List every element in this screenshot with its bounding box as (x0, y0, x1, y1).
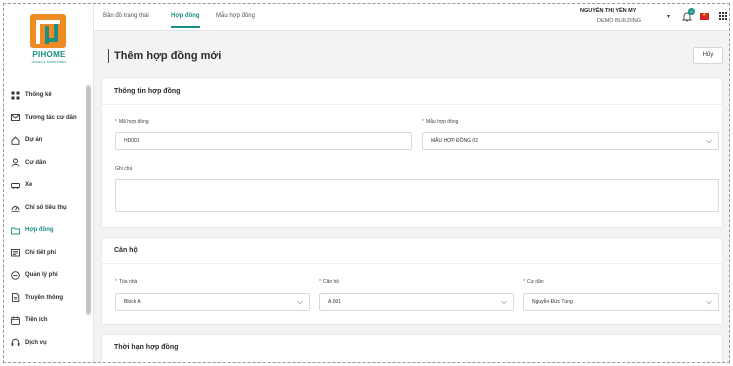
user-building: DEMO BUILDING (597, 18, 642, 24)
card-divider (102, 104, 722, 105)
sidebar-item-label: Thống kê (25, 92, 52, 99)
contract-info-title: Thông tin hợp đồng (114, 88, 181, 95)
headset-icon (11, 338, 20, 347)
sidebar-item-truyen-thong[interactable]: Truyền thông (4, 287, 88, 310)
sidebar-item-chi-so-tieu-thu[interactable]: Chỉ số tiêu thụ (4, 197, 88, 220)
contract-code-label: * Mã hợp đồng (115, 119, 149, 125)
sidebar-item-xe[interactable]: Xe (4, 174, 88, 197)
contract-template-value: MẪU HỢP ĐỒNG 02 (431, 138, 478, 144)
chevron-down-icon (297, 300, 303, 305)
sidebar-scrollbar-thumb[interactable] (86, 86, 91, 314)
required-marker: * (319, 279, 321, 285)
unit-value: A.001 (328, 299, 342, 305)
required-marker: * (115, 119, 117, 125)
building-value: Block A (124, 299, 141, 305)
sidebar: PIHOME HOMES & TOWNHOMES Thống kê Tương … (4, 4, 94, 362)
sidebar-item-dich-vu[interactable]: Dịch vụ (4, 332, 88, 355)
sidebar-item-label: Truyền thông (25, 294, 63, 301)
contract-info-card: Thông tin hợp đồng * Mã hợp đồng HD001 * M… (101, 77, 723, 228)
required-marker: * (523, 279, 525, 285)
invoice-icon (11, 248, 20, 257)
chevron-down-icon[interactable]: ▾ (667, 13, 670, 20)
unit-label-text: Căn hộ (322, 279, 340, 285)
chevron-down-icon (706, 139, 712, 144)
mail-icon (11, 113, 20, 122)
building-label: * Tòa nhà (115, 279, 137, 285)
tab-hop-dong[interactable]: Hợp đồng (171, 13, 200, 28)
contract-term-card: Thời hạn hợp đồng (101, 334, 723, 362)
folder-icon (11, 226, 20, 235)
document-icon (11, 293, 20, 303)
sidebar-item-label: Dịch vụ (25, 339, 47, 346)
sidebar-item-label: Xe (25, 182, 33, 189)
note-textarea[interactable] (115, 179, 719, 212)
chevron-down-icon (501, 300, 507, 305)
home-icon (11, 136, 20, 145)
resident-select[interactable]: Nguyễn Đức Tùng (523, 293, 719, 311)
contract-code-label-text: Mã hợp đồng (118, 119, 149, 125)
contract-template-label-text: Mẫu hợp đồng (425, 119, 459, 125)
required-marker: * (115, 279, 117, 285)
logo-text: PIHOME (32, 50, 66, 59)
apps-grid-icon[interactable] (719, 12, 727, 20)
sidebar-item-label: Quản lý phí (25, 272, 58, 279)
app-window: PIHOME HOMES & TOWNHOMES Thống kê Tương … (3, 3, 730, 363)
chevron-down-icon (706, 300, 712, 305)
sidebar-item-tuong-tac-cu-dan[interactable]: Tương tác cư dân (4, 107, 88, 130)
sidebar-item-tien-ich[interactable]: Tiện ích (4, 309, 88, 332)
car-icon (11, 181, 20, 190)
grid-icon (11, 91, 20, 100)
page-title: Thêm hợp đồng mới (108, 49, 221, 63)
flag-vn-icon[interactable] (700, 12, 709, 20)
building-label-text: Tòa nhà (118, 279, 138, 285)
logo-mark-icon (30, 14, 66, 48)
sidebar-item-du-an[interactable]: Dự án (4, 129, 88, 152)
sidebar-item-cu-dan[interactable]: Cư dân (4, 152, 88, 175)
contract-code-input[interactable]: HD001 (115, 132, 412, 150)
required-marker: * (422, 119, 424, 125)
contract-template-label: * Mẫu hợp đồng (422, 119, 458, 125)
tab-mau-hop-dong[interactable]: Mẫu hợp đồng (216, 13, 255, 19)
page-header: Thêm hợp đồng mới Hủy (94, 31, 729, 80)
meter-icon (11, 203, 20, 212)
sidebar-item-label: Dự án (25, 137, 43, 144)
resident-label-text: Cư dân (526, 279, 544, 285)
sidebar-item-label: Cư dân (25, 159, 47, 166)
apartment-title: Căn hộ (114, 247, 138, 254)
logo[interactable]: PIHOME HOMES & TOWNHOMES (22, 14, 76, 72)
apartment-card: Căn hộ * Tòa nhà Block A * Căn hộ A.001 * C… (101, 237, 723, 325)
user-name[interactable]: NGUYỄN THỊ YẾN MY (580, 8, 636, 14)
user-icon (11, 158, 20, 167)
sidebar-item-chi-tiet-phi[interactable]: Chi tiết phí (4, 242, 88, 265)
contract-template-select[interactable]: MẪU HỢP ĐỒNG 02 (422, 132, 719, 150)
sidebar-item-hop-dong[interactable]: Hợp đồng (4, 219, 88, 242)
sidebar-item-label: Tương tác cư dân (25, 114, 77, 121)
sidebar-item-label: Chỉ số tiêu thụ (25, 204, 67, 211)
sidebar-item-thong-ke[interactable]: Thống kê (4, 84, 88, 107)
resident-label: * Cư dân (523, 279, 544, 285)
cancel-button[interactable]: Hủy (693, 47, 723, 64)
notification-badge: 0 (688, 8, 695, 15)
unit-label: * Căn hộ (319, 279, 339, 285)
building-select[interactable]: Block A (115, 293, 310, 311)
logo-subtitle: HOMES & TOWNHOMES (31, 60, 67, 64)
coin-icon (11, 271, 20, 280)
sidebar-nav: Thống kê Tương tác cư dân Dự án Cư dân X… (4, 84, 88, 354)
sidebar-item-label: Tiện ích (25, 317, 48, 324)
calendar-icon (11, 316, 20, 325)
unit-select[interactable]: A.001 (319, 293, 514, 311)
resident-value: Nguyễn Đức Tùng (532, 299, 573, 305)
card-divider (102, 263, 722, 264)
contract-term-title: Thời hạn hợp đồng (114, 344, 179, 351)
top-bar: Bản đồ trạng thái Hợp đồng Mẫu hợp đồng … (94, 4, 729, 31)
tab-ban-do-trang-thai[interactable]: Bản đồ trạng thái (103, 13, 149, 19)
sidebar-item-label: Chi tiết phí (25, 249, 56, 256)
note-label: Ghi chú (115, 166, 133, 172)
sidebar-item-quan-ly-phi[interactable]: Quản lý phí (4, 264, 88, 287)
sidebar-item-label: Hợp đồng (25, 227, 54, 234)
